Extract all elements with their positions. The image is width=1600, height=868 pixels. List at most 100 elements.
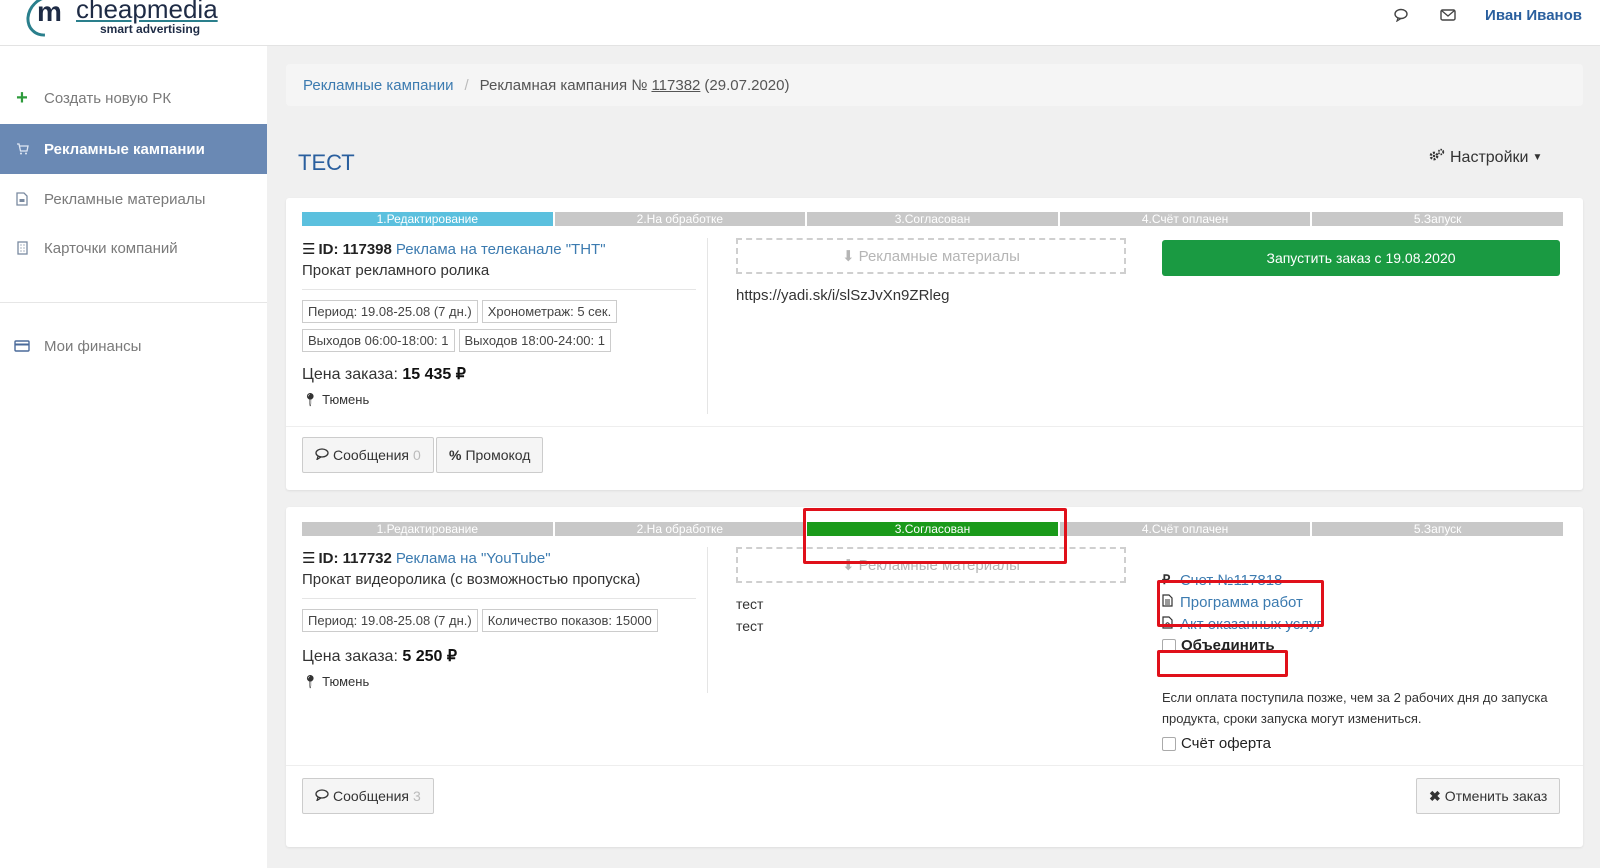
price-label: Цена заказа: xyxy=(302,366,398,383)
messages-icon[interactable] xyxy=(1393,6,1411,24)
mail-icon[interactable] xyxy=(1439,6,1457,24)
download-icon: ⬇ xyxy=(842,248,855,265)
order-tag: Выходов 18:00-24:00: 1 xyxy=(458,329,611,352)
logo-subtitle: smart advertising xyxy=(100,22,201,36)
column-divider xyxy=(707,547,708,693)
city-name: Тюмень xyxy=(322,674,370,689)
checkbox[interactable] xyxy=(1162,736,1176,751)
sidebar-divider xyxy=(0,302,267,303)
step-editing: 1.Редактирование xyxy=(302,522,553,536)
material-link[interactable]: https://yadi.sk/i/slSzJvXn9ZRleg xyxy=(736,287,949,304)
order-price: Цена заказа: 15 435 ₽ xyxy=(302,364,702,384)
logo[interactable]: m cheapmedia smart advertising xyxy=(18,0,218,45)
card-footer-divider xyxy=(286,426,1583,427)
logo-word: cheapmedia xyxy=(76,0,218,24)
order-subtitle: Прокат видеоролика (с возможностью пропу… xyxy=(302,571,641,588)
order-subtitle: Прокат рекламного ролика xyxy=(302,262,490,279)
order-tag: Хронометраж: 5 сек. xyxy=(481,300,618,323)
top-bar: m cheapmedia smart advertising Иван Иван… xyxy=(0,0,1600,46)
caret-down-icon: ▼ xyxy=(1532,152,1543,163)
status-steps: 1.Редактирование 2.На обработке 3.Соглас… xyxy=(302,212,1563,226)
launch-order-button[interactable]: Запустить заказ с 19.08.2020 xyxy=(1162,240,1560,276)
payment-notice: Если оплата поступила позже, чем за 2 ра… xyxy=(1162,687,1562,754)
highlight-approved-step xyxy=(803,508,1067,564)
sidebar-item-create-campaign[interactable]: + Создать новую РК xyxy=(0,73,267,123)
messages-count: 3 xyxy=(412,788,421,804)
breadcrumb-separator: / xyxy=(464,76,469,94)
sidebar-item-campaigns[interactable]: Рекламные кампании xyxy=(0,124,267,174)
highlight-merge-checkbox xyxy=(1157,650,1288,677)
messages-label: Сообщения xyxy=(333,788,409,804)
order-price: Цена заказа: 5 250 ₽ xyxy=(302,646,702,666)
logo-letter: m xyxy=(37,0,62,27)
list-icon: ☰ xyxy=(302,550,316,567)
settings-dropdown[interactable]: Настройки ▼ xyxy=(1428,148,1542,167)
step-processing: 2.На обработке xyxy=(554,212,806,226)
highlight-invoice-documents xyxy=(1157,580,1324,627)
user-menu[interactable]: Иван Иванов xyxy=(1485,7,1582,24)
column-divider xyxy=(707,238,708,414)
list-icon: ☰ xyxy=(302,241,316,258)
order-city: 📍︎ Тюмень xyxy=(302,392,702,408)
map-marker-icon: 📍︎ xyxy=(302,674,319,689)
sidebar-item-label: Мои финансы xyxy=(44,337,142,355)
step-approved: 3.Согласован xyxy=(807,212,1058,226)
breadcrumb-campaign-number[interactable]: 117382 xyxy=(651,77,700,94)
step-launch: 5.Запуск xyxy=(1312,522,1563,536)
price-value: 15 435 ₽ xyxy=(402,366,466,383)
sidebar-item-label: Карточки компаний xyxy=(44,239,178,257)
order-id: ID: 117398 xyxy=(318,240,392,258)
promo-label: Промокод xyxy=(465,447,531,463)
order-details: ☰ ID: 117732 Реклама на "YouTube" Прокат… xyxy=(302,549,702,690)
offer-label: Счёт оферта xyxy=(1181,735,1271,752)
sidebar-item-label: Рекламные кампании xyxy=(44,140,205,158)
notice-text: Если оплата поступила позже, чем за 2 ра… xyxy=(1162,690,1548,726)
sidebar: + Создать новую РК Рекламные кампании Ре… xyxy=(0,46,267,868)
cart-icon xyxy=(14,143,30,155)
messages-label: Сообщения xyxy=(333,447,409,463)
card-footer-divider xyxy=(286,765,1583,766)
order-tag: Период: 19.08-25.08 (7 дн.) xyxy=(302,300,478,323)
promo-code-button[interactable]: % Промокод xyxy=(436,437,544,473)
close-icon: ✖ xyxy=(1429,787,1441,804)
map-marker-icon: 📍︎ xyxy=(302,392,319,407)
order-title-link[interactable]: Реклама на телеканале "ТНТ" xyxy=(396,241,606,258)
step-paid: 4.Счёт оплачен xyxy=(1059,212,1311,226)
order-card: 1.Редактирование 2.На обработке 3.Соглас… xyxy=(286,198,1583,490)
order-city: 📍︎ Тюмень xyxy=(302,674,702,690)
city-name: Тюмень xyxy=(322,392,370,407)
sidebar-item-label: Рекламные материалы xyxy=(44,190,206,208)
breadcrumb: Рекламные кампании / Рекламная кампания … xyxy=(286,64,1583,106)
divider xyxy=(302,598,696,599)
material-text-link[interactable]: тест xyxy=(736,596,763,612)
messages-button[interactable]: Сообщения 0 xyxy=(302,437,434,473)
cancel-order-button[interactable]: ✖ Отменить заказ xyxy=(1416,778,1561,814)
breadcrumb-campaigns-link[interactable]: Рекламные кампании xyxy=(303,77,453,94)
step-paid: 4.Счёт оплачен xyxy=(1059,522,1311,536)
sidebar-item-finances[interactable]: Мои финансы xyxy=(0,321,267,371)
materials-upload-button[interactable]: ⬇ Рекламные материалы xyxy=(736,238,1126,274)
messages-button[interactable]: Сообщения 3 xyxy=(302,778,434,814)
sidebar-item-materials[interactable]: Рекламные материалы xyxy=(0,174,267,224)
logo-mark: m xyxy=(18,0,76,45)
percent-icon: % xyxy=(449,447,462,463)
order-tags: Период: 19.08-25.08 (7 дн.) Хронометраж:… xyxy=(302,300,702,358)
sidebar-item-company-cards[interactable]: Карточки компаний xyxy=(0,223,267,273)
sidebar-item-label: Создать новую РК xyxy=(44,89,172,107)
gears-icon xyxy=(1428,148,1446,167)
comments-icon xyxy=(315,788,329,804)
material-text: тест xyxy=(736,618,764,634)
order-details: ☰ ID: 117398 Реклама на телеканале "ТНТ"… xyxy=(302,240,702,408)
settings-label: Настройки xyxy=(1450,148,1529,166)
offer-checkbox[interactable]: Счёт оферта xyxy=(1162,733,1562,754)
file-icon xyxy=(14,192,30,206)
order-id: ID: 117732 xyxy=(318,549,392,567)
card-icon xyxy=(14,340,30,352)
order-title-link[interactable]: Реклама на "YouTube" xyxy=(396,550,551,567)
comments-icon xyxy=(315,447,329,463)
order-tag: Период: 19.08-25.08 (7 дн.) xyxy=(302,609,478,632)
cancel-label: Отменить заказ xyxy=(1444,788,1548,804)
materials-label: Рекламные материалы xyxy=(858,247,1020,265)
step-editing: 1.Редактирование xyxy=(302,212,553,226)
order-tags: Период: 19.08-25.08 (7 дн.) Количество п… xyxy=(302,609,702,638)
